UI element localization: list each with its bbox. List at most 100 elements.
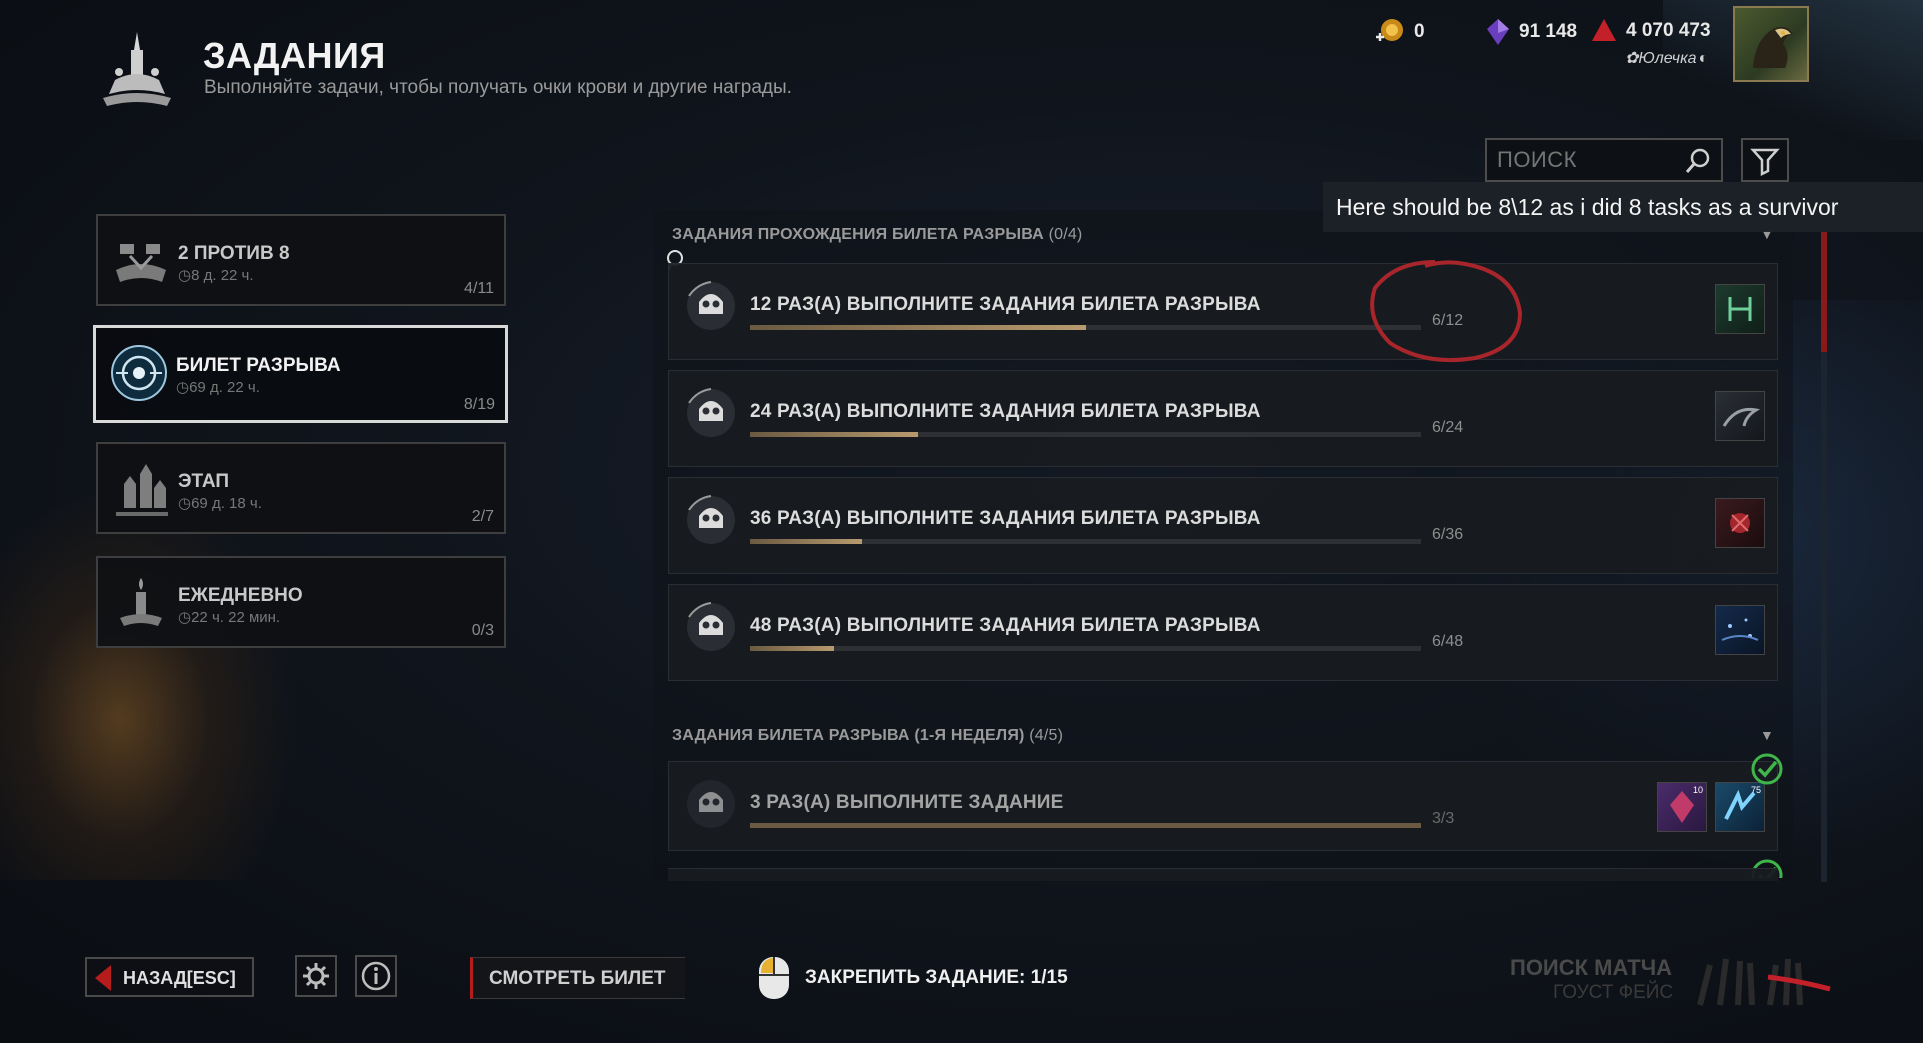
category-2v8[interactable]: 2 ПРОТИВ 8 ◷8 д. 22 ч. 4/11	[96, 214, 506, 306]
task-progress-fill	[750, 432, 918, 437]
task-progress-bar	[750, 325, 1421, 330]
category-name: 2 ПРОТИВ 8	[178, 243, 290, 264]
page-subtitle: Выполняйте задачи, чтобы получать очки к…	[204, 77, 792, 98]
background-candles	[0, 480, 300, 880]
category-name: ЭТАП	[178, 471, 230, 492]
category-name: ЕЖЕДНЕВНО	[178, 585, 303, 606]
page-title: ЗАДАНИЯ	[203, 35, 386, 76]
section-header-rift-pass[interactable]: ЗАДАНИЯ ПРОХОЖДЕНИЯ БИЛЕТА РАЗРЫВА (0/4)	[672, 226, 1082, 244]
task-progress-bar	[750, 646, 1421, 651]
info-button[interactable]	[355, 955, 397, 997]
flower-icon: ✿	[1625, 50, 1639, 67]
quests-logo-icon	[103, 32, 171, 106]
category-timer: ◷69 д. 22 ч.	[176, 378, 260, 396]
gear-icon	[303, 963, 329, 989]
search-box[interactable]	[1485, 138, 1723, 182]
task-item-partial	[668, 868, 1778, 881]
task-item[interactable]: 36 РАЗ(А) ВЫПОЛНИТЕ ЗАДАНИЯ БИЛЕТА РАЗРЫ…	[668, 477, 1778, 574]
category-count: 2/7	[471, 508, 494, 525]
search-icon[interactable]	[1683, 146, 1713, 176]
auric-cells-value: 0	[1414, 21, 1425, 42]
category-stage[interactable]: ЭТАП ◷69 д. 18 ч. 2/7	[96, 442, 506, 534]
back-button[interactable]: НАЗАД[ESC]	[85, 957, 254, 997]
task-progress-count: 6/36	[1432, 526, 1464, 543]
task-progress-fill	[750, 646, 834, 651]
creature-reward-icon	[1722, 407, 1761, 427]
pin-task-hint[interactable]: ЗАКРЕПИТЬ ЗАДАНИЕ: 1/15	[757, 955, 1068, 1001]
reward-badge: 75	[1750, 785, 1761, 795]
task-item[interactable]: 48 РАЗ(А) ВЫПОЛНИТЕ ЗАДАНИЯ БИЛЕТА РАЗРЫ…	[668, 584, 1778, 681]
match-character-label: ГОУСТ ФЕЙС	[1553, 982, 1674, 1003]
category-time-text: 69 д. 18 ч.	[191, 495, 262, 512]
filter-button[interactable]	[1741, 138, 1789, 182]
annotation-circle	[1370, 260, 1523, 363]
castle-icon	[116, 464, 168, 516]
clock-icon: ◷	[178, 609, 192, 626]
category-daily[interactable]: ЕЖЕДНЕВНО ◷22 ч. 22 мин. 0/3	[96, 556, 506, 648]
task-name: 36 РАЗ(А) ВЫПОЛНИТЕ ЗАДАНИЯ БИЛЕТА РАЗРЫ…	[750, 508, 1261, 529]
iridescent-shards-counter: 91 148	[1485, 17, 1577, 47]
task-progress-count: 6/48	[1432, 633, 1464, 650]
reward-badge: 10	[1692, 785, 1703, 795]
task-name: 12 РАЗ(А) ВЫПОЛНИТЕ ЗАДАНИЯ БИЛЕТА РАЗРЫ…	[750, 294, 1261, 315]
moon-icon: ◐	[1698, 50, 1709, 67]
entity-skull-icon	[687, 602, 735, 651]
reward-icon[interactable]	[1715, 391, 1765, 441]
section-header-rift-week-1[interactable]: ЗАДАНИЯ БИЛЕТА РАЗРЫВА (1-Я НЕДЕЛЯ) (4/5…	[672, 727, 1063, 745]
task-item-completed[interactable]: 3 РАЗ(А) ВЫПОЛНИТЕ ЗАДАНИЕ 3/3 10 75	[668, 761, 1778, 851]
settings-button[interactable]	[295, 955, 337, 997]
annotation-note: Here should be 8\12 as i did 8 tasks as …	[1323, 182, 1923, 232]
starfield-reward-icon	[1721, 618, 1759, 641]
task-progress-bar	[750, 823, 1421, 828]
reward-icon[interactable]: 75	[1715, 782, 1765, 832]
task-item[interactable]: 12 РАЗ(А) ВЫПОЛНИТЕ ЗАДАНИЯ БИЛЕТА РАЗРЫ…	[668, 263, 1778, 360]
reward-icon[interactable]	[1715, 498, 1765, 548]
player-avatar[interactable]	[1733, 6, 1809, 82]
scrollbar-thumb[interactable]	[1821, 232, 1827, 352]
section-title: ЗАДАНИЯ ПРОХОЖДЕНИЯ БИЛЕТА РАЗРЫВА	[672, 226, 1044, 243]
section-count: (0/4)	[1048, 226, 1083, 243]
chevron-down-icon[interactable]: ▼	[1760, 727, 1774, 743]
task-progress-fill	[750, 325, 1086, 330]
emblem-reward-icon	[1728, 297, 1752, 321]
back-key-hint: [ESC]	[186, 968, 236, 988]
filter-icon	[1750, 148, 1780, 177]
task-progress-bar	[750, 432, 1421, 437]
reward-icon[interactable]	[1715, 605, 1765, 655]
task-progress-fill	[750, 539, 862, 544]
bloodpoints-icon	[1592, 19, 1616, 41]
red-emblem-reward-icon	[1730, 513, 1750, 533]
task-progress-bar	[750, 539, 1421, 544]
player-name: ✿Юлечка ◐	[1625, 48, 1708, 68]
reward-icon[interactable]	[1715, 284, 1765, 334]
task-name: 3 РАЗ(А) ВЫПОЛНИТЕ ЗАДАНИЕ	[750, 792, 1064, 813]
auric-cells-icon	[1376, 19, 1403, 41]
task-name: 48 РАЗ(А) ВЫПОЛНИТЕ ЗАДАНИЯ БИЛЕТА РАЗРЫ…	[750, 615, 1261, 636]
pin-task-label: ЗАКРЕПИТЬ ЗАДАНИЕ: 1/15	[805, 967, 1068, 988]
back-arrow-icon	[95, 965, 111, 991]
bloodpoints-counter: 4 070 473	[1590, 17, 1711, 45]
back-label: НАЗАД	[123, 968, 187, 988]
auric-cells-counter: 0	[1372, 17, 1425, 47]
bloodpoints-value: 4 070 473	[1626, 20, 1711, 41]
view-pass-button[interactable]: СМОТРЕТЬ БИЛЕТ	[470, 957, 685, 999]
category-count: 4/11	[464, 280, 494, 297]
search-input[interactable]	[1487, 140, 1677, 180]
entity-skull-icon	[687, 281, 735, 330]
entity-skull-icon	[687, 388, 735, 437]
task-item[interactable]: 24 РАЗ(А) ВЫПОЛНИТЕ ЗАДАНИЯ БИЛЕТА РАЗРЫ…	[668, 370, 1778, 467]
category-rift-pass[interactable]: БИЛЕТ РАЗРЫВА ◷69 д. 22 ч. 8/19	[93, 325, 508, 423]
category-time-text: 8 д. 22 ч.	[191, 267, 254, 284]
reward-icon[interactable]: 10	[1657, 782, 1707, 832]
match-search-label: ПОИСК МАТЧА	[1510, 955, 1673, 980]
entity-skull-icon	[687, 495, 735, 544]
section-title: ЗАДАНИЯ БИЛЕТА РАЗРЫВА (1-Я НЕДЕЛЯ)	[672, 727, 1025, 744]
rift-pass-icon	[111, 345, 167, 401]
category-name: БИЛЕТ РАЗРЫВА	[176, 355, 341, 376]
task-progress-fill	[750, 823, 1421, 828]
mouse-button-icon	[759, 957, 789, 999]
section-count: (4/5)	[1029, 727, 1064, 744]
category-count: 8/19	[463, 396, 495, 413]
task-progress-count: 6/24	[1432, 419, 1464, 436]
category-count: 0/3	[471, 622, 494, 639]
